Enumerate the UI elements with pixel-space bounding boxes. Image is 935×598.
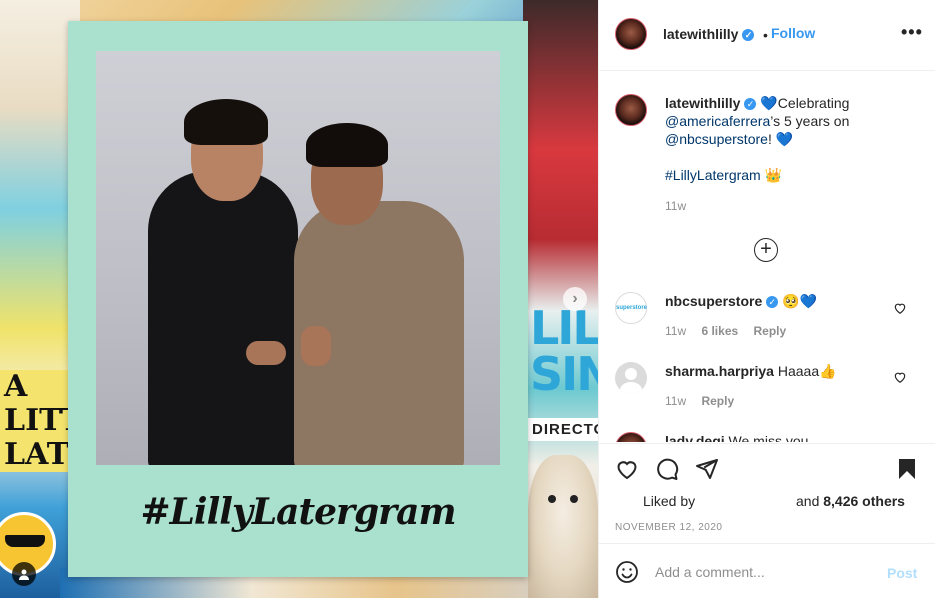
post-media[interactable]: A LITT LAT LIL SIN DIRECTO #LillyLatergr… — [0, 0, 598, 598]
header-separator: • — [763, 27, 768, 43]
verified-badge-icon: ✓ — [742, 29, 755, 41]
polaroid-hashtag: #LillyLatergram — [140, 491, 456, 533]
verified-badge-icon: ✓ — [744, 98, 757, 110]
share-send-icon[interactable] — [695, 457, 719, 481]
follow-button[interactable]: Follow — [771, 25, 815, 41]
header-avatar[interactable] — [615, 18, 647, 50]
comment-likes[interactable]: 6 likes — [701, 324, 738, 338]
comment-username[interactable]: lady.degi — [665, 433, 725, 442]
comment-avatar-nbcsuperstore[interactable]: superstore — [615, 292, 647, 324]
post-side-panel: latewithlilly ✓ • Follow ••• latewithlill… — [598, 0, 935, 598]
liked-by-label: Liked by — [643, 493, 696, 509]
reply-button[interactable]: Reply — [754, 324, 787, 338]
comment-username[interactable]: nbcsuperstore — [665, 293, 762, 309]
post-actions: Liked by and 8,426 others NOVEMBER 12, 2… — [599, 443, 935, 543]
caption-text: latewithlilly ✓ 💙Celebrating @americaferr… — [665, 95, 850, 183]
comment-item: sharma.harpriya Haaaa👍 — [665, 363, 837, 379]
header-username[interactable]: latewithlilly ✓ — [663, 26, 755, 42]
caption-avatar[interactable] — [615, 94, 647, 126]
more-options-icon[interactable]: ••• — [901, 22, 923, 43]
dog-image — [528, 455, 598, 598]
bookmark-saved-icon[interactable] — [895, 457, 919, 481]
collage-right-text: LIL SIN — [530, 301, 598, 401]
likes-count[interactable]: and 8,426 others — [796, 493, 905, 509]
add-comment-bar: Post — [599, 543, 935, 598]
comments-list[interactable]: latewithlilly ✓ 💙Celebrating @americaferr… — [599, 72, 935, 442]
caption-time[interactable]: 11w — [665, 199, 686, 213]
post-header: latewithlilly ✓ • Follow ••• — [599, 0, 935, 71]
load-more-comments-icon[interactable]: + — [754, 238, 778, 262]
collage-left-text: A LITT LAT — [0, 370, 83, 472]
comment-avatar[interactable] — [615, 432, 647, 442]
comment-meta: 11w 6 likes Reply — [665, 324, 787, 338]
comment-bubble-icon[interactable] — [655, 457, 679, 481]
next-image-button[interactable]: › — [563, 287, 587, 311]
comment-meta: 11w Reply — [665, 394, 735, 408]
like-heart-icon[interactable] — [615, 457, 639, 481]
caption-meta: 11w — [665, 199, 698, 213]
caption-username[interactable]: latewithlilly — [665, 95, 740, 111]
comment-item: nbcsuperstore ✓ 🥺💙 — [665, 293, 818, 309]
hashtag-link[interactable]: #LillyLatergram — [665, 167, 761, 183]
user-tag-icon[interactable] — [12, 562, 36, 586]
comment-username[interactable]: sharma.harpriya — [665, 363, 774, 379]
photo — [96, 51, 500, 465]
mention-americaferrera[interactable]: @americaferrera — [665, 113, 770, 129]
comment-item: lady.degi We miss you — [665, 432, 915, 442]
post-comment-button[interactable]: Post — [887, 565, 917, 581]
collage-right-sub: DIRECTO — [528, 418, 598, 441]
person-left — [148, 171, 298, 465]
verified-badge-icon: ✓ — [766, 296, 779, 308]
like-comment-heart-icon[interactable] — [893, 301, 907, 315]
like-comment-heart-icon[interactable] — [893, 370, 907, 384]
mention-nbcsuperstore[interactable]: @nbcsuperstore — [665, 131, 768, 147]
reply-button[interactable]: Reply — [701, 394, 734, 408]
polaroid-frame: #LillyLatergram — [68, 21, 528, 577]
comment-avatar-default[interactable] — [615, 362, 647, 394]
emoji-smiley-icon[interactable] — [615, 560, 639, 584]
comment-input[interactable] — [655, 560, 875, 584]
post-date[interactable]: NOVEMBER 12, 2020 — [615, 522, 722, 533]
